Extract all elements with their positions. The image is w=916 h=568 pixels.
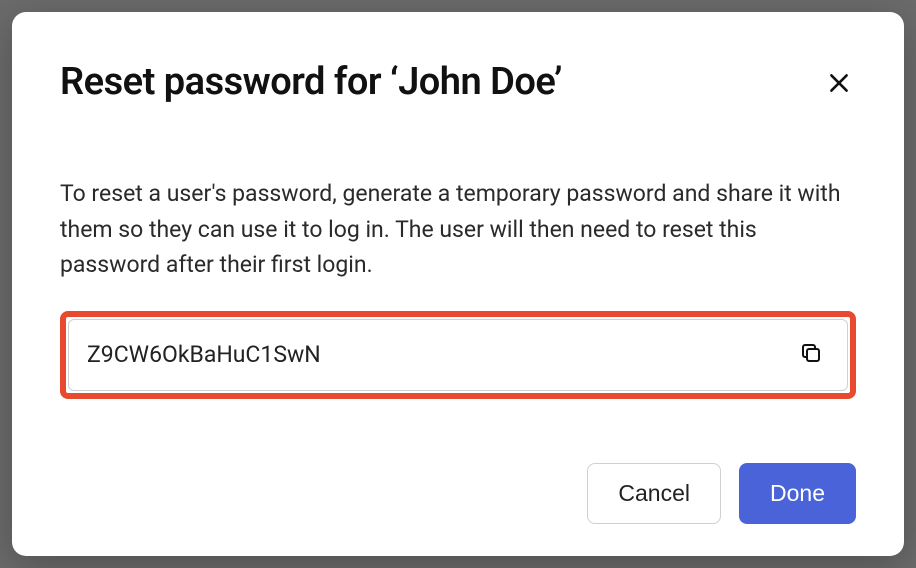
generated-password-field <box>68 319 848 391</box>
copy-icon <box>799 341 823 368</box>
modal-title: Reset password for ‘John Doe’ <box>60 60 562 104</box>
cancel-button[interactable]: Cancel <box>587 463 721 524</box>
copy-password-button[interactable] <box>793 335 829 374</box>
modal-header: Reset password for ‘John Doe’ <box>60 60 856 104</box>
close-icon <box>826 70 852 99</box>
generated-password-input[interactable] <box>87 341 781 368</box>
done-button[interactable]: Done <box>739 463 856 524</box>
modal-footer: Cancel Done <box>60 463 856 524</box>
modal-description: To reset a user's password, generate a t… <box>60 176 856 283</box>
reset-password-modal: Reset password for ‘John Doe’ To reset a… <box>12 12 904 556</box>
close-button[interactable] <box>822 66 856 103</box>
password-field-highlight <box>60 311 856 399</box>
